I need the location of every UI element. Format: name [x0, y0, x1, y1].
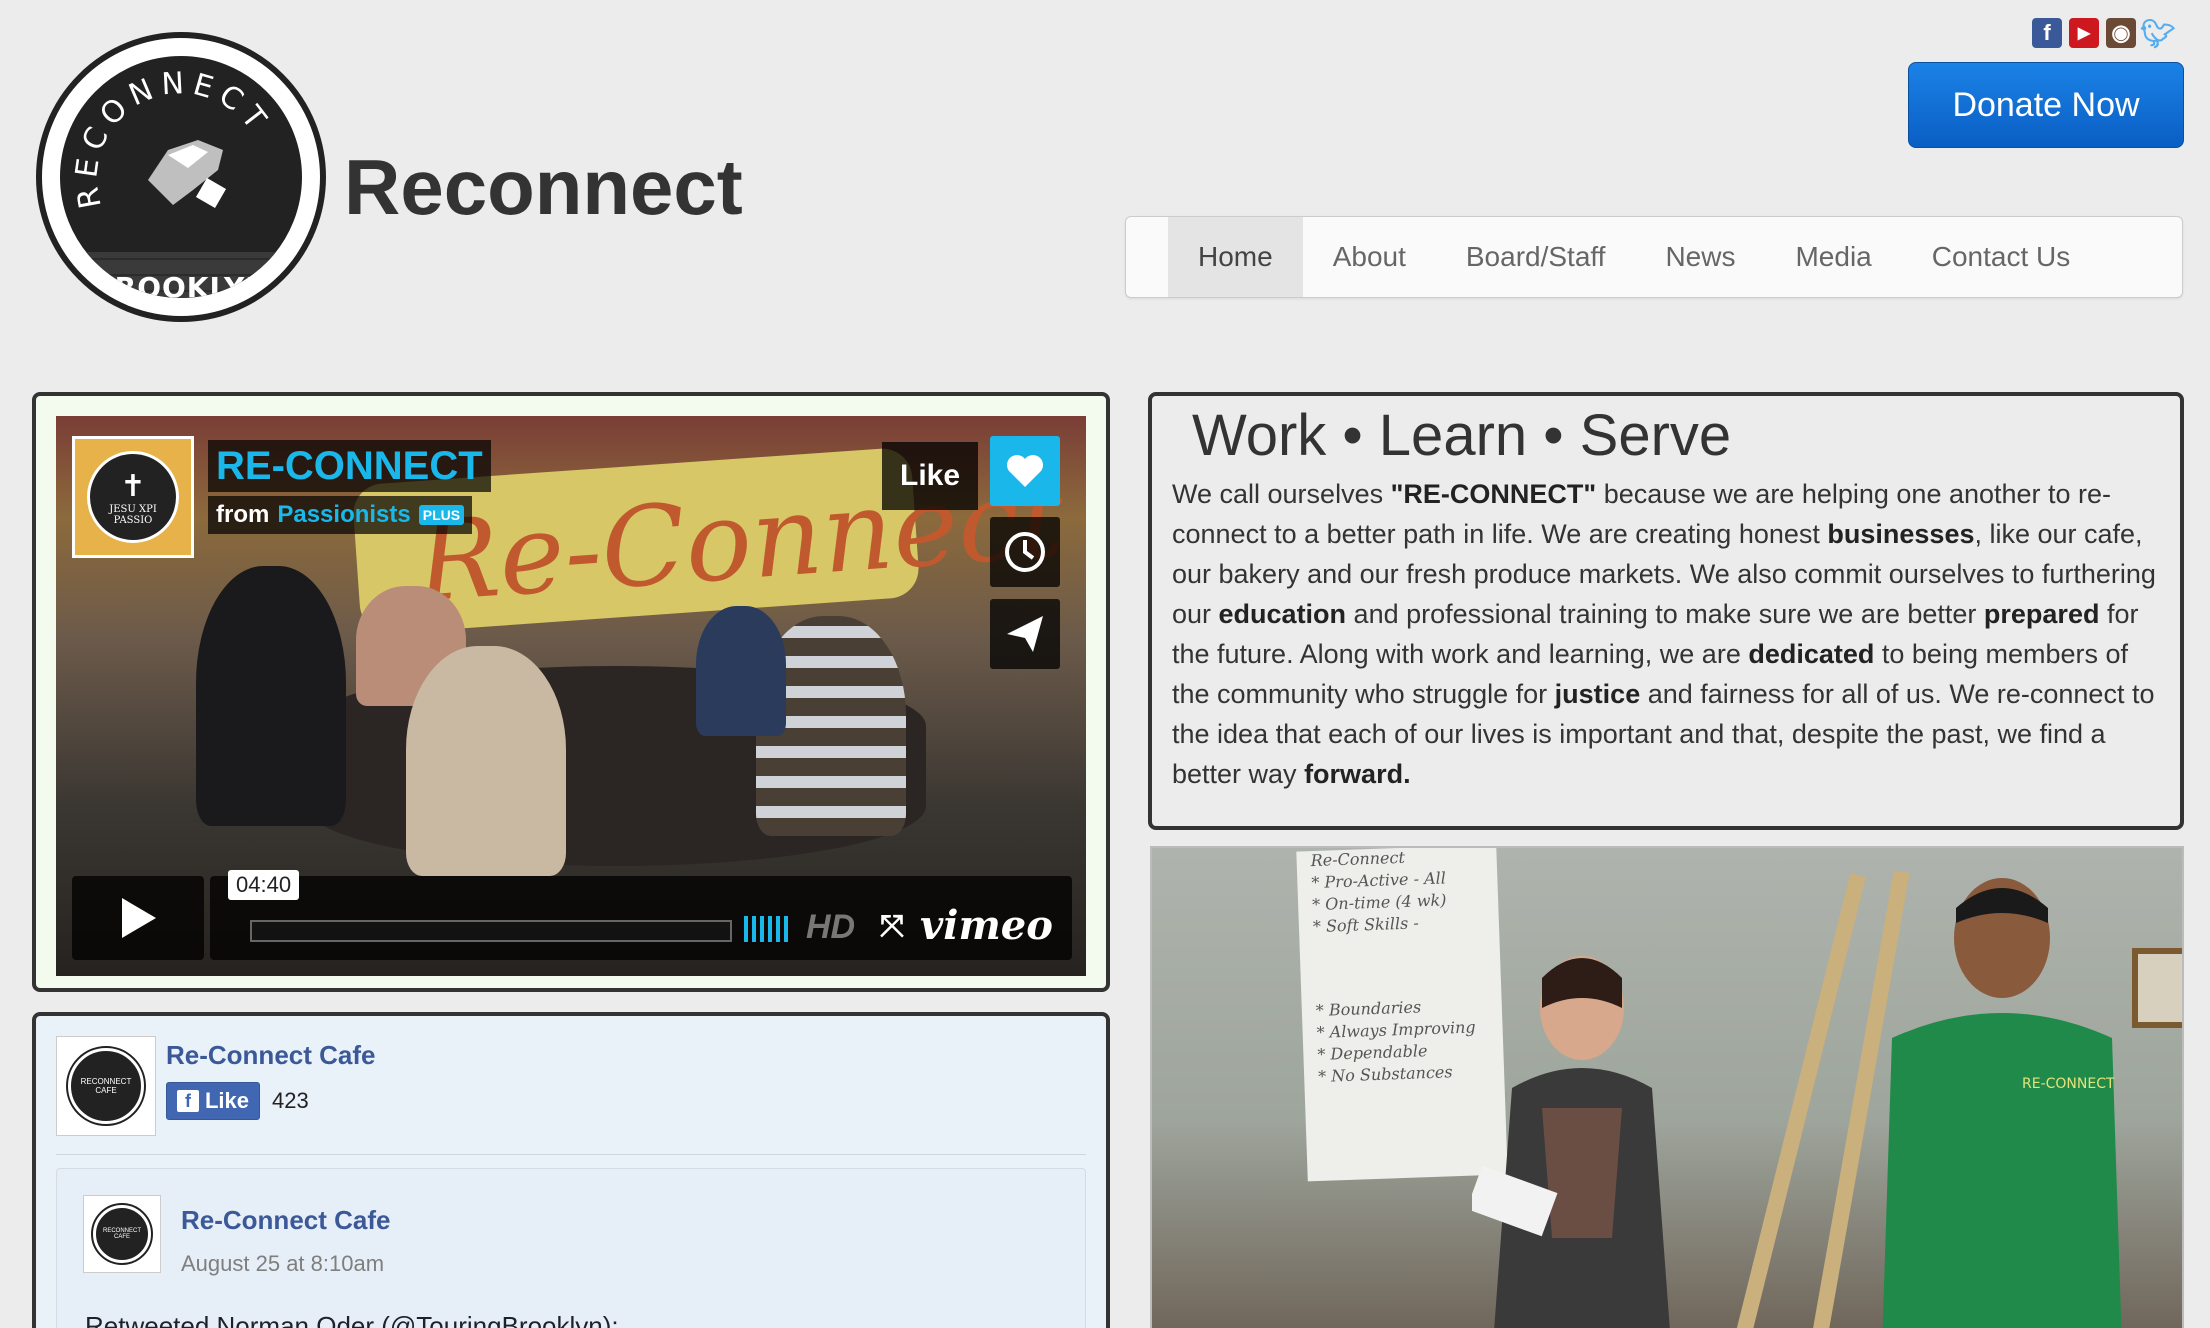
- cafe-logo-icon: RECONNECT CAFE: [66, 1046, 146, 1126]
- logo-emblem: RECONNECT BROOKLYN: [56, 52, 306, 302]
- about-text-bold: forward.: [1304, 759, 1411, 789]
- whiteboard-text: * Always Improving: [1316, 1017, 1476, 1042]
- about-text: We call ourselves "RE-CONNECT" because w…: [1172, 474, 2160, 794]
- share-button[interactable]: [990, 599, 1060, 669]
- heart-icon: [1007, 455, 1043, 487]
- post-text: Retweeted Norman Oder (@TouringBrooklyn)…: [85, 1311, 619, 1328]
- video-duration: 04:40: [228, 870, 300, 900]
- whiteboard-text: * Boundaries: [1315, 997, 1422, 1020]
- whiteboard-text: * Soft Skills -: [1312, 913, 1420, 937]
- wall-frame: [2132, 948, 2182, 1028]
- player-controls: 04:40 HD ⤧ vimeo: [72, 870, 1072, 960]
- channel-badge[interactable]: ✝ JESU XPI PASSIO: [72, 436, 194, 558]
- about-text-bold: "RE-CONNECT": [1390, 479, 1597, 509]
- volume-icon[interactable]: [744, 916, 788, 942]
- about-text-bold: prepared: [1983, 599, 2100, 629]
- video-byline: from Passionists PLUS: [208, 496, 473, 534]
- video-panel: Re-Connect ✝ JESU XPI PASSIO RE-CONNECT …: [32, 392, 1110, 992]
- passionist-emblem-icon: ✝ JESU XPI PASSIO: [87, 451, 179, 543]
- like-count: 423: [272, 1088, 309, 1113]
- clasped-hands-icon: [148, 140, 227, 209]
- whiteboard-text: * Dependable: [1317, 1041, 1428, 1064]
- logo-city-text: BROOKLYN: [92, 271, 270, 302]
- about-text-segment: and professional training to make sure w…: [1346, 599, 1984, 629]
- donate-button[interactable]: Donate Now: [1908, 62, 2184, 148]
- watch-later-button[interactable]: [990, 517, 1060, 587]
- youtube-icon[interactable]: ▶: [2069, 18, 2099, 48]
- video-person: [406, 646, 566, 876]
- about-text-bold: dedicated: [1748, 639, 1875, 669]
- play-button[interactable]: [72, 876, 204, 960]
- nav-item-media[interactable]: Media: [1765, 217, 1901, 297]
- about-panel: Work • Learn • Serve We call ourselves "…: [1148, 392, 2184, 830]
- site-logo[interactable]: RECONNECT BROOKLYN: [36, 32, 326, 322]
- play-icon: [122, 898, 156, 938]
- progress-bar[interactable]: [250, 920, 732, 942]
- ladder: [1734, 873, 1866, 1328]
- video-person: [696, 606, 786, 736]
- fb-like-label: Like: [204, 1088, 250, 1113]
- main-nav: Home About Board/Staff News Media Contac…: [1125, 216, 2183, 298]
- about-text-bold: businesses: [1827, 519, 1975, 549]
- paper-plane-icon: [1007, 616, 1043, 652]
- team-photo: Re-Connect * Pro-Active - All * On-time …: [1150, 846, 2184, 1328]
- post-author-link[interactable]: Re-Connect Cafe: [181, 1205, 390, 1236]
- page-name-link[interactable]: Re-Connect Cafe: [166, 1040, 375, 1071]
- video-title[interactable]: RE-CONNECT: [208, 440, 491, 492]
- badge-text: JESU XPI PASSIO: [109, 503, 157, 526]
- clock-icon: [1005, 532, 1045, 572]
- whiteboard-text: * On-time (4 wk): [1311, 890, 1447, 915]
- video-person: [196, 566, 346, 826]
- about-heading: Work • Learn • Serve: [1192, 403, 1732, 468]
- about-text-segment: We call ourselves: [1172, 479, 1391, 509]
- facebook-icon: f: [176, 1090, 199, 1112]
- twitter-icon[interactable]: 🐦︎: [2140, 18, 2176, 49]
- instagram-icon[interactable]: ◉: [2106, 18, 2136, 48]
- fullscreen-icon[interactable]: ⤧: [880, 910, 904, 944]
- fb-like-button[interactable]: f Like: [166, 1082, 260, 1120]
- byline-prefix: from: [216, 501, 270, 528]
- post-date[interactable]: August 25 at 8:10am: [181, 1251, 384, 1277]
- like-tooltip: Like: [882, 442, 979, 510]
- fb-post: RECONNECT CAFE Re-Connect Cafe August 25…: [56, 1168, 1086, 1328]
- whiteboard-text: * No Substances: [1317, 1062, 1453, 1086]
- page-avatar[interactable]: RECONNECT CAFE: [56, 1036, 156, 1136]
- social-links: f ▶ ◉ 🐦︎: [2032, 18, 2176, 49]
- about-text-bold: justice: [1554, 679, 1641, 709]
- divider: [56, 1154, 1086, 1155]
- cafe-logo-icon: RECONNECT CAFE: [91, 1203, 153, 1265]
- hd-toggle[interactable]: HD: [806, 908, 855, 947]
- vimeo-logo[interactable]: vimeo: [920, 902, 1053, 949]
- plus-badge: PLUS: [418, 505, 465, 525]
- nav-item-contact-us[interactable]: Contact Us: [1902, 217, 2101, 297]
- woman-figure: [1472, 956, 1670, 1328]
- whiteboard-text: * Pro-Active - All: [1311, 868, 1447, 893]
- nav-item-about[interactable]: About: [1303, 217, 1436, 297]
- man-figure: RE-CONNECT: [1882, 878, 2122, 1328]
- about-text-bold: education: [1218, 599, 1347, 629]
- site-title[interactable]: Reconnect: [344, 142, 743, 233]
- video-owner-link[interactable]: Passionists: [277, 501, 410, 529]
- facebook-widget: RECONNECT CAFE Re-Connect Cafe f Like 42…: [32, 1012, 1110, 1328]
- shirt-logo-text: RE-CONNECT: [2022, 1076, 2115, 1092]
- like-button[interactable]: [990, 436, 1060, 506]
- nav-item-news[interactable]: News: [1635, 217, 1765, 297]
- facebook-icon[interactable]: f: [2032, 18, 2062, 48]
- whiteboard-text: Re-Connect: [1310, 847, 1406, 871]
- control-bar: 04:40 HD ⤧ vimeo: [210, 870, 1072, 960]
- nav-item-board-staff[interactable]: Board/Staff: [1436, 217, 1636, 297]
- post-avatar[interactable]: RECONNECT CAFE: [83, 1195, 161, 1273]
- vimeo-player[interactable]: Re-Connect ✝ JESU XPI PASSIO RE-CONNECT …: [56, 416, 1086, 976]
- nav-item-home[interactable]: Home: [1168, 217, 1303, 297]
